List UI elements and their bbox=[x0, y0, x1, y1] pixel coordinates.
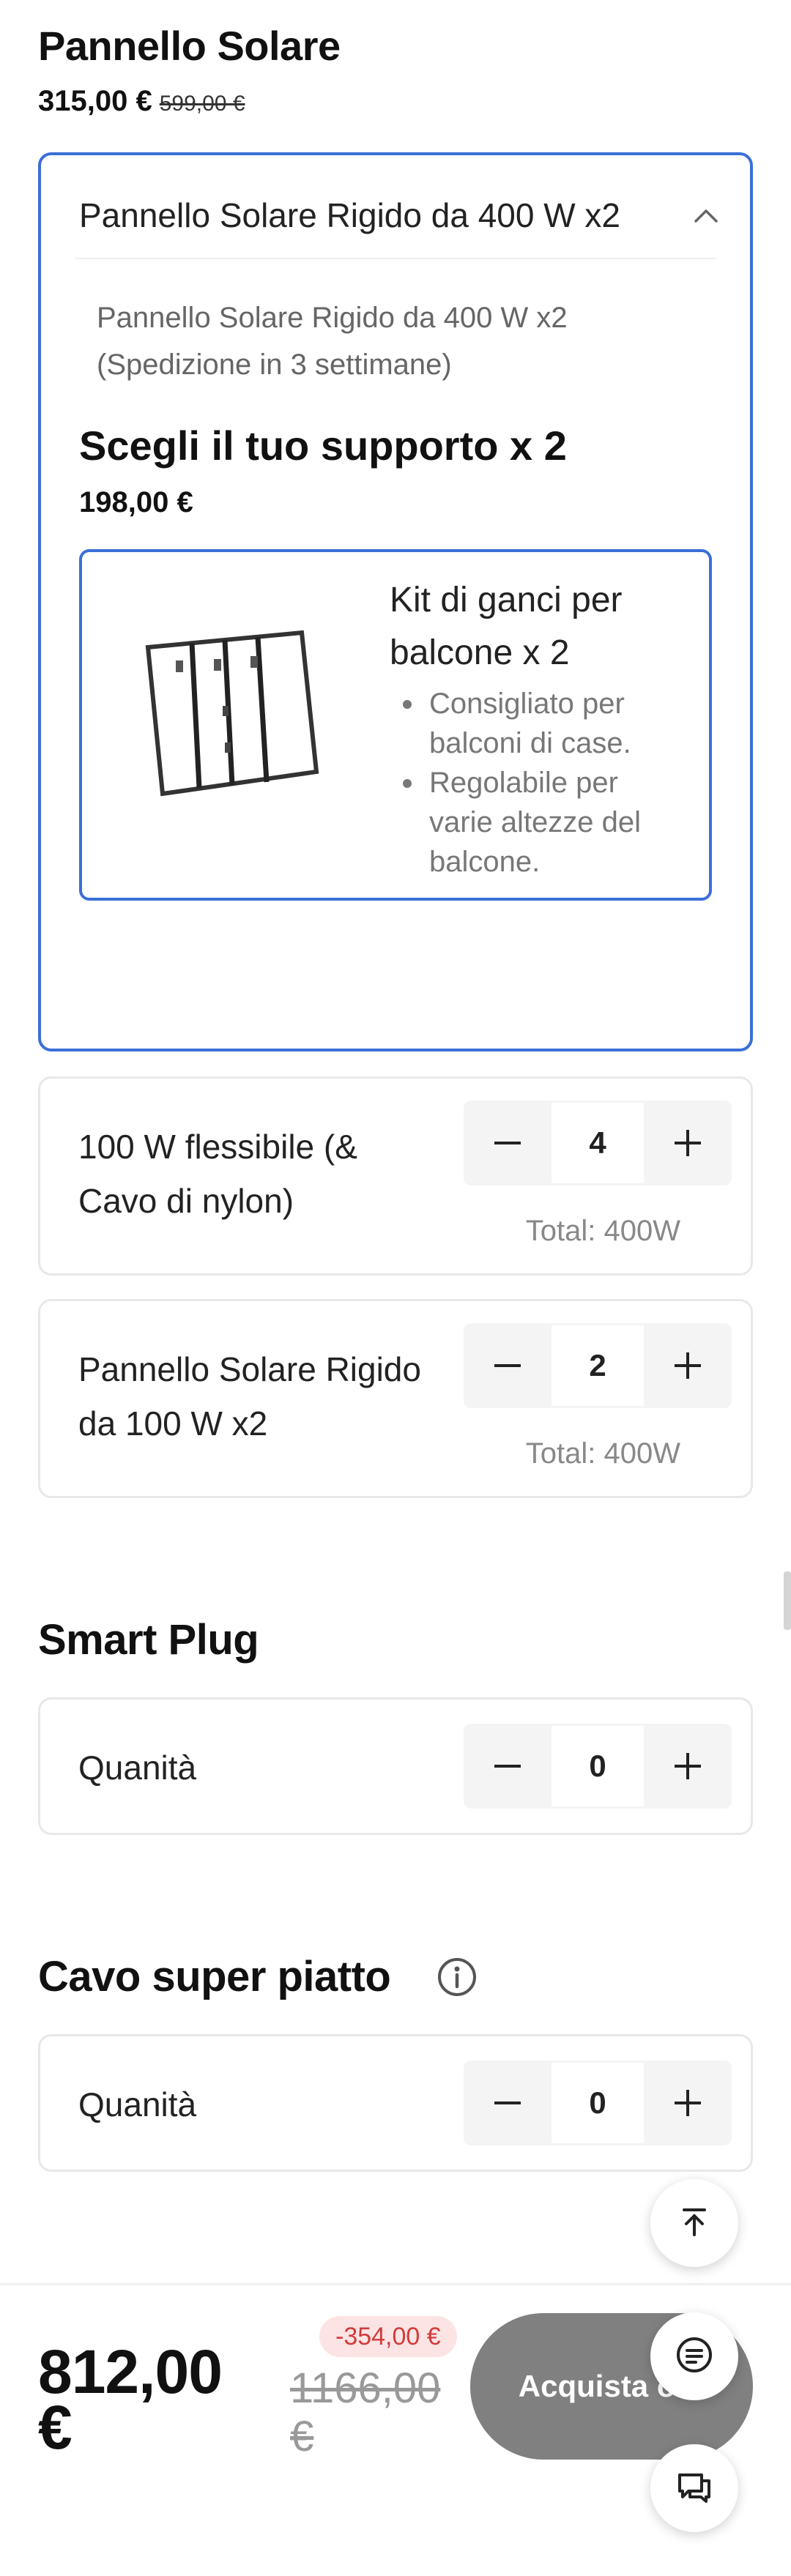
message-icon bbox=[674, 2466, 715, 2511]
panel-option-400w-card[interactable]: Pannello Solare Rigido da 400 W x2 Panne… bbox=[38, 152, 753, 1051]
plus-icon[interactable] bbox=[644, 1101, 732, 1185]
smart-plug-title: Smart Plug bbox=[38, 1616, 259, 1664]
support-price: 198,00 € bbox=[79, 486, 193, 518]
quantity-stepper[interactable]: 2 bbox=[464, 1323, 732, 1408]
minus-icon[interactable] bbox=[464, 1101, 552, 1185]
quantity-stepper[interactable]: 4 bbox=[464, 1101, 732, 1185]
quantity-stepper[interactable]: 0 bbox=[464, 1724, 732, 1809]
product-price: 315,00 € bbox=[38, 85, 152, 117]
quantity-stepper[interactable]: 0 bbox=[464, 2061, 732, 2145]
chevron-up-icon[interactable] bbox=[691, 201, 721, 230]
balcony-hook-kit-image bbox=[141, 618, 324, 808]
smart-plug-card: Quanità 0 bbox=[38, 1697, 753, 1835]
product-title: Pannello Solare bbox=[38, 23, 341, 69]
quantity-label: Quanità bbox=[78, 1749, 197, 1787]
panel-option-header[interactable]: Pannello Solare Rigido da 400 W x2 bbox=[79, 193, 721, 237]
support-option-balcony-hooks[interactable]: Kit di ganci per balcone x 2 Consigliato… bbox=[79, 549, 712, 901]
quantity-value[interactable]: 2 bbox=[552, 1323, 644, 1408]
plus-icon[interactable] bbox=[644, 1724, 732, 1809]
minus-icon[interactable] bbox=[464, 1323, 552, 1408]
panel-option-title: Pannello Solare Rigido da 400 W x2 bbox=[79, 196, 621, 234]
minus-icon[interactable] bbox=[464, 2061, 552, 2145]
chat-button[interactable] bbox=[650, 2312, 738, 2400]
quantity-value[interactable]: 0 bbox=[552, 1724, 644, 1809]
minus-icon[interactable] bbox=[464, 1724, 552, 1809]
messages-button[interactable] bbox=[650, 2444, 738, 2532]
plus-icon[interactable] bbox=[644, 2061, 732, 2145]
cable-title: Cavo super piatto bbox=[38, 1953, 391, 2000]
support-option-features: Consigliato per balconi di case. Regolab… bbox=[390, 684, 683, 882]
feature-item: Regolabile per varie altezze del balcone… bbox=[390, 763, 683, 882]
price-row: 315,00 € 599,00 € bbox=[38, 85, 245, 118]
divider bbox=[75, 258, 716, 259]
item-card-100w-flexible: 100 W flessibile (& Cavo di nylon) 4 Tot… bbox=[38, 1076, 753, 1276]
quantity-label: Quanità bbox=[78, 2085, 197, 2123]
panel-option-description: Pannello Solare Rigido da 400 W x2 (Sped… bbox=[97, 302, 568, 381]
plus-icon[interactable] bbox=[644, 1323, 732, 1408]
support-title: Scegli il tuo supporto x 2 bbox=[79, 422, 567, 469]
scrollbar-thumb[interactable] bbox=[784, 1571, 791, 1630]
item-total: Total: 400W bbox=[525, 1437, 680, 1470]
info-icon[interactable] bbox=[437, 1957, 478, 1998]
back-to-top-button[interactable] bbox=[650, 2179, 738, 2267]
chat-bubble-icon bbox=[674, 2334, 715, 2379]
total-price: 812,00 € bbox=[38, 2337, 223, 2462]
cable-card: Quanità 0 bbox=[38, 2034, 753, 2172]
quantity-value[interactable]: 0 bbox=[552, 2061, 644, 2145]
old-total-price: 1166,00 € bbox=[290, 2364, 441, 2460]
item-label: Pannello Solare Rigido da 100 W x2 bbox=[78, 1350, 421, 1443]
arrow-up-to-top-icon bbox=[677, 2204, 712, 2243]
item-card-100w-rigid: Pannello Solare Rigido da 100 W x2 2 Tot… bbox=[38, 1299, 753, 1498]
item-label: 100 W flessibile (& Cavo di nylon) bbox=[78, 1128, 357, 1220]
quantity-value[interactable]: 4 bbox=[552, 1101, 644, 1185]
support-option-title: Kit di ganci per balcone x 2 bbox=[390, 581, 623, 672]
discount-badge: -354,00 € bbox=[319, 2316, 457, 2357]
feature-item: Consigliato per balconi di case. bbox=[390, 684, 683, 763]
item-total: Total: 400W bbox=[525, 1215, 680, 1247]
product-old-price: 599,00 € bbox=[159, 92, 245, 116]
